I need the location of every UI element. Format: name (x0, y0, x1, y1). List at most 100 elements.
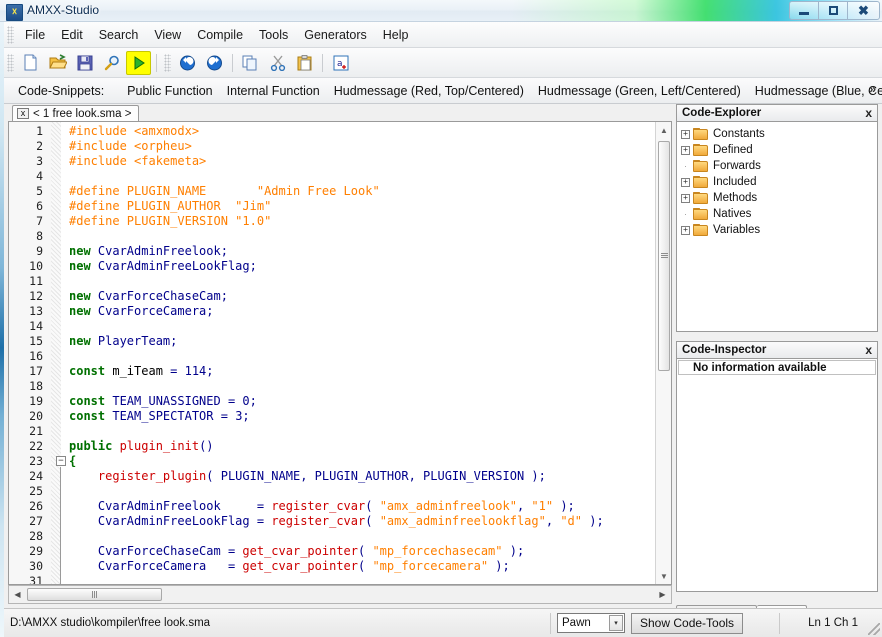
line-number: 12 (9, 289, 43, 304)
copy-icon (242, 55, 259, 71)
code-line: 30 CvarForceCamera = get_cvar_pointer( "… (9, 559, 655, 574)
line-number: 7 (9, 214, 43, 229)
line-number: 4 (9, 169, 43, 184)
code-token: = (228, 394, 242, 408)
editor-vertical-scrollbar[interactable]: ▲ ▼ (655, 122, 671, 584)
maximize-button[interactable] (818, 1, 847, 20)
insert-text-button[interactable]: a (328, 51, 353, 75)
snippets-overflow-chevron-icon[interactable]: » (866, 80, 879, 98)
scroll-down-arrow-icon[interactable]: ▼ (656, 568, 672, 584)
code-token: ( (358, 559, 372, 573)
code-editor[interactable]: 1#include <amxmodx>2#include <orpheu>3#i… (8, 121, 672, 585)
copy-button[interactable] (238, 51, 263, 75)
code-line: 21 (9, 424, 655, 439)
expand-plus-icon[interactable]: + (681, 146, 690, 155)
editor-horizontal-scrollbar[interactable]: ◀ ▶ (8, 585, 672, 604)
tree-node-constants[interactable]: +Constants (681, 126, 877, 142)
menu-file[interactable]: File (17, 24, 53, 46)
code-line: 26 CvarAdminFreelook = register_cvar( "a… (9, 499, 655, 514)
code-line-text: new CvarAdminFreelook; (69, 244, 228, 259)
run-compile-button[interactable] (126, 51, 151, 75)
code-text-area[interactable]: 1#include <amxmodx>2#include <orpheu>3#i… (9, 124, 655, 584)
tree-node-forwards[interactable]: ·Forwards (681, 158, 877, 174)
toolbar-drag-grip[interactable] (7, 54, 14, 72)
paste-button[interactable] (292, 51, 317, 75)
minimize-button[interactable] (789, 1, 818, 20)
language-select-value: Pawn (562, 617, 591, 629)
show-code-tools-button[interactable]: Show Code-Tools (631, 613, 743, 634)
menu-generators[interactable]: Generators (296, 24, 375, 46)
expand-plus-icon[interactable]: + (681, 194, 690, 203)
redo-button[interactable] (202, 51, 227, 75)
language-select[interactable]: Pawn ▾ (557, 613, 625, 633)
menu-search[interactable]: Search (91, 24, 147, 46)
code-explorer-panel[interactable]: +Constants+Defined·Forwards+Included+Met… (676, 121, 878, 332)
menu-view[interactable]: View (146, 24, 189, 46)
code-line-text: #define PLUGIN_VERSION "1.0" (69, 214, 271, 229)
fold-guide-line (60, 467, 61, 585)
scroll-right-arrow-icon[interactable]: ▶ (655, 587, 670, 602)
code-token: TEAM_SPECTATOR (112, 409, 220, 423)
code-token: ( (358, 544, 372, 558)
document-tab-free-look[interactable]: x < 1 free look.sma > (12, 105, 139, 122)
work-area: x < 1 free look.sma > 1#include <amxmodx… (4, 104, 882, 608)
close-button[interactable]: ✖ (847, 1, 880, 20)
save-file-button[interactable] (72, 51, 97, 75)
code-token: TEAM_UNASSIGNED (112, 394, 228, 408)
code-inspector-close-icon[interactable]: x (865, 344, 872, 356)
code-line: 17const m_iTeam = 114; (9, 364, 655, 379)
tree-node-methods[interactable]: +Methods (681, 190, 877, 206)
close-icon: ✖ (858, 4, 869, 17)
menu-help[interactable]: Help (375, 24, 417, 46)
resize-grip-icon[interactable] (868, 623, 880, 635)
expand-plus-icon[interactable]: + (681, 130, 690, 139)
scroll-up-arrow-icon[interactable]: ▲ (656, 122, 672, 138)
snippet-internal-function[interactable]: Internal Function (220, 81, 327, 101)
snippet-hudmessage-red[interactable]: Hudmessage (Red, Top/Centered) (327, 81, 531, 101)
code-inspector-message: No information available (678, 360, 876, 375)
code-line: 11 (9, 274, 655, 289)
tab-close-icon[interactable]: x (17, 108, 29, 119)
code-explorer-tree[interactable]: +Constants+Defined·Forwards+Included+Met… (677, 122, 877, 238)
code-token: "Jim" (235, 199, 271, 213)
snippet-hudmessage-blue[interactable]: Hudmessage (Blue, Centered) (748, 81, 882, 101)
save-floppy-icon (77, 55, 93, 71)
code-token: plugin_init (120, 439, 199, 453)
snippet-hudmessage-green[interactable]: Hudmessage (Green, Left/Centered) (531, 81, 748, 101)
code-token: ; (250, 394, 257, 408)
code-token: ; (170, 334, 177, 348)
code-line: 2#include <orpheu> (9, 139, 655, 154)
fold-marker-line-23[interactable]: − (56, 456, 66, 466)
code-line-text: new CvarAdminFreeLookFlag; (69, 259, 257, 274)
menu-compile[interactable]: Compile (189, 24, 251, 46)
toolbar-grip-2[interactable] (164, 54, 171, 72)
menu-edit[interactable]: Edit (53, 24, 91, 46)
open-file-button[interactable] (45, 51, 70, 75)
cut-button[interactable] (265, 51, 290, 75)
tree-node-defined[interactable]: +Defined (681, 142, 877, 158)
editor-pane: x < 1 free look.sma > 1#include <amxmodx… (8, 104, 672, 604)
tree-node-variables[interactable]: +Variables (681, 222, 877, 238)
snippet-public-function[interactable]: Public Function (120, 81, 219, 101)
code-explorer-close-icon[interactable]: x (865, 107, 872, 119)
menu-tools[interactable]: Tools (251, 24, 296, 46)
code-token: "1" (531, 499, 553, 513)
expand-plus-icon[interactable]: + (681, 226, 690, 235)
code-token: ); (488, 559, 510, 573)
line-number: 17 (9, 364, 43, 379)
code-token: PlayerTeam (98, 334, 170, 348)
tree-node-included[interactable]: +Included (681, 174, 877, 190)
tree-node-natives[interactable]: ·Natives (681, 206, 877, 222)
expand-plus-icon[interactable]: + (681, 178, 690, 187)
chevron-down-icon[interactable]: ▾ (609, 615, 623, 631)
code-token (69, 544, 98, 558)
code-token: ; (221, 289, 228, 303)
scroll-left-arrow-icon[interactable]: ◀ (10, 587, 25, 602)
undo-button[interactable] (175, 51, 200, 75)
new-file-button[interactable] (18, 51, 43, 75)
horizontal-scroll-thumb[interactable] (27, 588, 162, 601)
amxx-studio-window: ☓ AMXX-Studio ✖ File Edit Search View Co… (0, 0, 882, 637)
vertical-scroll-thumb[interactable] (658, 141, 670, 371)
menu-drag-grip[interactable] (7, 26, 14, 44)
search-button[interactable] (99, 51, 124, 75)
